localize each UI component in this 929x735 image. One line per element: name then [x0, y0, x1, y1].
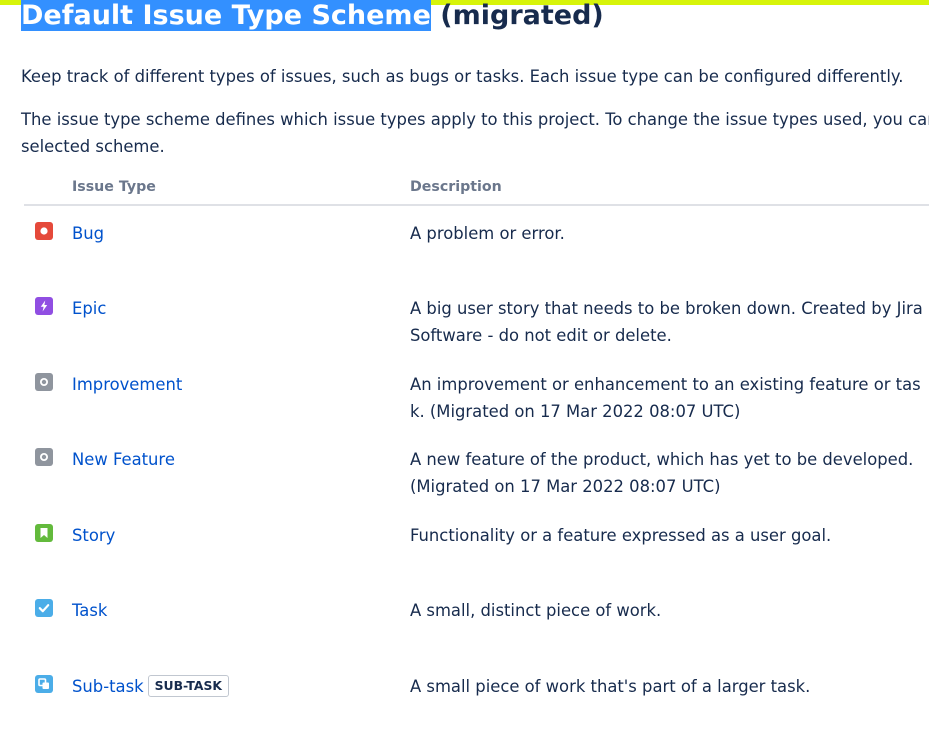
scheme-description: The issue type scheme defines which issu…	[21, 110, 929, 129]
page-title: Default Issue Type Scheme (migrated)	[21, 0, 604, 34]
new-feature-icon	[35, 448, 53, 466]
improvement-icon	[35, 373, 53, 391]
issue-type-description: An improvement or enhancement to an exis…	[410, 375, 921, 421]
table-row: Epic A big user story that needs to be b…	[0, 297, 929, 357]
issue-type-link-new-feature[interactable]: New Feature	[72, 446, 175, 473]
table-row: Sub-task SUB-TASK A small piece of work t…	[0, 675, 929, 735]
bug-icon	[35, 222, 53, 240]
epic-icon	[35, 297, 53, 315]
intro-description: Keep track of different types of issues,…	[21, 67, 904, 86]
table-header-divider	[24, 204, 929, 206]
issue-type-description: Functionality or a feature expressed as …	[410, 526, 832, 545]
table-row: Bug A problem or error.	[0, 222, 929, 282]
story-icon	[35, 524, 53, 542]
issue-type-description: A new feature of the product, which has …	[410, 450, 914, 496]
table-row: Improvement An improvement or enhancemen…	[0, 373, 929, 433]
issue-type-link-bug[interactable]: Bug	[72, 220, 104, 247]
table-row: New Feature A new feature of the product…	[0, 448, 929, 508]
column-header-description: Description	[410, 179, 502, 195]
scheme-description-continued: selected scheme.	[21, 137, 165, 156]
issue-type-name: Sub-task	[72, 677, 144, 696]
issue-type-link-task[interactable]: Task	[72, 597, 107, 624]
page-title-selected-text: Default Issue Type Scheme	[21, 0, 431, 31]
issue-type-description: A big user story that needs to be broken…	[410, 299, 923, 345]
issue-type-description: A small piece of work that's part of a l…	[410, 677, 811, 696]
issue-type-description: A problem or error.	[410, 224, 565, 243]
issue-type-link-epic[interactable]: Epic	[72, 295, 106, 322]
issue-type-link-story[interactable]: Story	[72, 522, 115, 549]
task-icon	[35, 599, 53, 617]
subtask-badge: SUB-TASK	[147, 675, 229, 697]
issue-type-link-sub-task[interactable]: Sub-task SUB-TASK	[72, 673, 229, 700]
issue-type-link-improvement[interactable]: Improvement	[72, 371, 182, 398]
column-header-issue-type: Issue Type	[72, 179, 156, 195]
table-row: Task A small, distinct piece of work.	[0, 599, 929, 659]
table-row: Story Functionality or a feature express…	[0, 524, 929, 584]
subtask-icon	[35, 675, 53, 693]
issue-type-description: A small, distinct piece of work.	[410, 601, 662, 620]
page-title-suffix: (migrated)	[430, 0, 604, 31]
